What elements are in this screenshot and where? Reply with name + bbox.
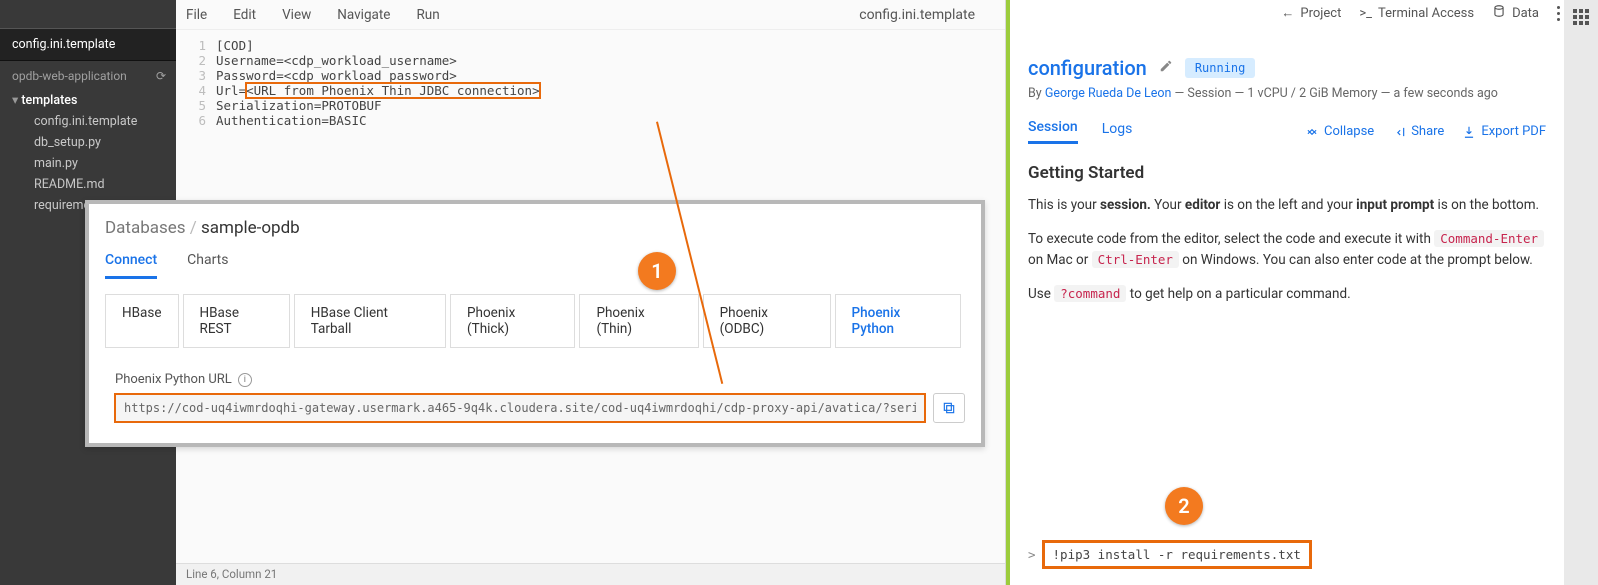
database-icon (1492, 4, 1506, 22)
session-toolbar: ← Project >_ Terminal Access Data (1281, 4, 1560, 22)
tree-file[interactable]: main.py (24, 153, 176, 174)
copy-icon (942, 401, 956, 415)
share-action[interactable]: Share (1392, 124, 1444, 139)
project-link[interactable]: ← Project (1281, 5, 1341, 21)
code-help-command: ?command (1054, 285, 1126, 302)
db-tab-charts[interactable]: Charts (187, 248, 228, 279)
edit-icon[interactable] (1159, 59, 1173, 77)
session-body: Getting Started This is your session. Yo… (1028, 160, 1546, 540)
data-link[interactable]: Data (1492, 4, 1539, 22)
copy-url-button[interactable] (933, 393, 965, 423)
code-ctrl-enter: Ctrl-Enter (1092, 251, 1179, 268)
tree-file[interactable]: README.md (24, 174, 176, 195)
collapse-action[interactable]: Collapse (1305, 124, 1374, 139)
right-rail (1564, 0, 1598, 585)
tree-file[interactable]: db_setup.py (24, 132, 176, 153)
db-subtab-phoenix-thick[interactable]: Phoenix (Thick) (450, 294, 575, 348)
breadcrumb-root[interactable]: Databases (105, 218, 186, 238)
db-subtab-phoenix-thin[interactable]: Phoenix (Thin) (579, 294, 698, 348)
session-tab-logs[interactable]: Logs (1102, 121, 1133, 143)
line-number: 4 (176, 83, 216, 98)
db-subtab-hbase-tarball[interactable]: HBase Client Tarball (294, 294, 446, 348)
code-line-text[interactable]: Username=<cdp_workload_username> (216, 53, 457, 68)
code-line-text[interactable]: [COD] (216, 38, 254, 53)
code-line-text[interactable]: Serialization=PROTOBUF (216, 98, 382, 113)
menubar: File Edit View Navigate Run config.ini.t… (176, 0, 1005, 30)
terminal-access-link[interactable]: >_ Terminal Access (1359, 6, 1474, 21)
prompt-caret-icon: > (1028, 547, 1036, 562)
phoenix-python-url-input[interactable] (115, 394, 925, 422)
line-number: 3 (176, 68, 216, 83)
menu-edit[interactable]: Edit (233, 7, 256, 23)
annotation-marker-1: 1 (638, 252, 676, 290)
refresh-icon[interactable]: ⟳ (156, 69, 166, 83)
terminal-icon: >_ (1359, 6, 1372, 21)
line-number: 1 (176, 38, 216, 53)
db-subtab-phoenix-python[interactable]: Phoenix Python (835, 294, 961, 348)
editor-filename: config.ini.template (859, 7, 975, 23)
session-panel: ← Project >_ Terminal Access Data config… (1006, 0, 1564, 585)
breadcrumb-current: sample-opdb (201, 218, 300, 238)
collapse-icon (1305, 125, 1319, 139)
menu-view[interactable]: View (282, 7, 311, 23)
session-title: configuration (1028, 56, 1147, 80)
annotation-marker-2: 2 (1165, 487, 1203, 525)
kebab-menu[interactable] (1557, 6, 1560, 21)
info-icon[interactable]: i (238, 373, 252, 387)
share-icon (1392, 125, 1406, 139)
session-meta: By George Rueda De Leon — Session — 1 vC… (1028, 86, 1546, 101)
back-arrow-icon: ← (1281, 5, 1294, 21)
getting-started-heading: Getting Started (1028, 160, 1546, 187)
prompt-input[interactable]: !pip3 install -r requirements.txt (1042, 540, 1312, 569)
code-line-text[interactable]: Authentication=BASIC (216, 113, 367, 128)
export-pdf-action[interactable]: Export PDF (1462, 124, 1546, 139)
tree-folder-templates[interactable]: templates (12, 89, 176, 111)
line-number: 5 (176, 98, 216, 113)
line-number: 6 (176, 113, 216, 128)
code-line-text[interactable]: Url=<URL from Phoenix Thin JDBC connecti… (216, 83, 540, 98)
code-command-enter: Command-Enter (1434, 230, 1544, 247)
sidebar-active-file-tab[interactable]: config.ini.template (0, 28, 176, 61)
highlighted-url-placeholder: <URL from Phoenix Thin JDBC connection> (246, 83, 540, 98)
menu-run[interactable]: Run (416, 7, 439, 23)
tree-file[interactable]: config.ini.template (24, 111, 176, 132)
db-tab-connect[interactable]: Connect (105, 248, 157, 279)
menu-navigate[interactable]: Navigate (337, 7, 390, 23)
db-subtab-hbase[interactable]: HBase (105, 294, 179, 348)
db-subtab-phoenix-odbc[interactable]: Phoenix (ODBC) (703, 294, 831, 348)
editor-statusbar: Line 6, Column 21 (176, 563, 1005, 585)
menu-file[interactable]: File (186, 7, 207, 23)
session-prompt[interactable]: > !pip3 install -r requirements.txt (1028, 540, 1546, 569)
sidebar-project-name: opdb-web-application (12, 69, 127, 83)
grid-icon (1573, 9, 1589, 25)
apps-grid-button[interactable] (1567, 4, 1595, 30)
download-icon (1462, 125, 1476, 139)
session-author-link[interactable]: George Rueda De Leon (1045, 86, 1172, 101)
db-subtab-hbase-rest[interactable]: HBase REST (183, 294, 290, 348)
db-url-label: Phoenix Python URL (115, 372, 232, 387)
session-tab-session[interactable]: Session (1028, 119, 1078, 144)
kebab-icon (1557, 6, 1560, 21)
breadcrumb: Databases / sample-opdb (105, 218, 965, 238)
line-number: 2 (176, 53, 216, 68)
database-connect-panel: Databases / sample-opdb Connect Charts H… (85, 200, 985, 447)
status-badge: Running (1185, 58, 1256, 78)
code-line-text[interactable]: Password=<cdp_workload_password> (216, 68, 457, 83)
